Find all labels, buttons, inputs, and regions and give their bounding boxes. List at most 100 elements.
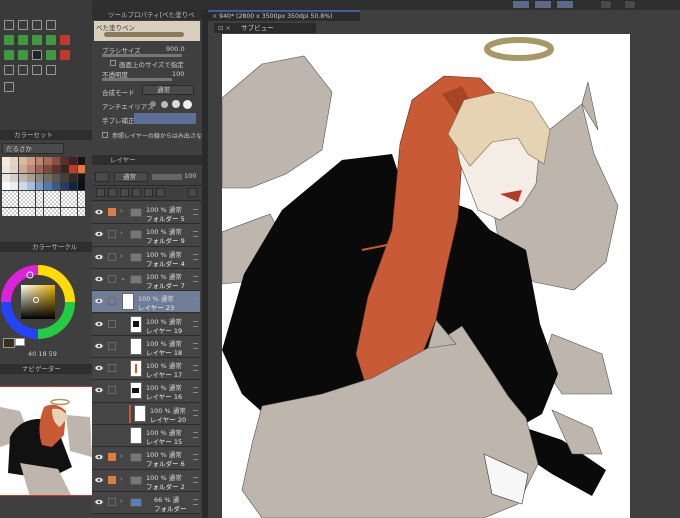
color-swatch[interactable] xyxy=(60,182,69,191)
color-swatch[interactable] xyxy=(35,173,44,182)
eye-icon[interactable] xyxy=(95,275,103,283)
lock-icon[interactable] xyxy=(108,475,116,484)
layer-row[interactable]: 100 % 通常 レイヤー 20 xyxy=(92,402,200,425)
empty-swatch[interactable] xyxy=(69,191,78,199)
color-swatch[interactable] xyxy=(35,165,44,174)
color-swatch[interactable] xyxy=(44,157,52,165)
gradient-tool-icon[interactable] xyxy=(46,50,56,60)
empty-swatch[interactable] xyxy=(18,207,27,216)
antialias-none-icon[interactable] xyxy=(150,101,156,107)
navigator-preview[interactable] xyxy=(0,386,92,496)
eye-icon[interactable] xyxy=(95,297,103,305)
color-swatch[interactable] xyxy=(35,157,44,165)
empty-swatch[interactable] xyxy=(52,199,61,208)
lock-icon[interactable] xyxy=(108,297,116,306)
color-swatch[interactable] xyxy=(44,173,52,182)
color-swatch[interactable] xyxy=(44,182,52,191)
eye-icon[interactable] xyxy=(95,342,103,350)
empty-swatch[interactable] xyxy=(44,191,52,199)
color-swatch[interactable] xyxy=(69,182,78,191)
chevron-down-icon[interactable]: ⌄ xyxy=(120,274,126,282)
color-swatch[interactable] xyxy=(2,157,10,165)
empty-swatch[interactable] xyxy=(35,191,44,199)
empty-swatch[interactable] xyxy=(52,207,61,216)
toolbar-button[interactable] xyxy=(624,0,636,9)
empty-swatch[interactable] xyxy=(69,207,78,216)
empty-swatch[interactable] xyxy=(18,199,27,208)
lock-button[interactable] xyxy=(156,188,165,197)
lock-icon[interactable] xyxy=(108,319,116,328)
layer-opacity-slider[interactable] xyxy=(152,174,182,180)
layer-row[interactable]: 100 % 通常 レイヤー 23 xyxy=(92,291,200,314)
ref-layer-checkbox[interactable] xyxy=(102,132,108,138)
layer-row[interactable]: ⌄ 100 % 通常 フォルダー 7 xyxy=(92,268,200,292)
color-swatch[interactable] xyxy=(27,173,36,182)
color-swatch[interactable] xyxy=(60,165,69,174)
chevron-right-icon[interactable]: › xyxy=(120,475,123,483)
lock-icon[interactable] xyxy=(108,208,116,216)
menu-icon[interactable] xyxy=(193,231,198,238)
color-swatch[interactable] xyxy=(77,173,86,182)
delete-layer-button[interactable] xyxy=(188,188,197,197)
color-swatch[interactable] xyxy=(10,157,19,165)
empty-swatch[interactable] xyxy=(60,199,69,208)
color-swatch[interactable] xyxy=(77,182,86,191)
empty-swatch[interactable] xyxy=(77,191,86,199)
empty-swatch[interactable] xyxy=(52,191,61,199)
pen-tool-icon[interactable] xyxy=(4,35,14,45)
chevron-right-icon[interactable]: › xyxy=(120,252,123,260)
canvas-size-checkbox[interactable] xyxy=(110,60,116,66)
menu-icon[interactable] xyxy=(193,498,198,505)
color-swatch[interactable] xyxy=(2,165,10,174)
empty-swatch[interactable] xyxy=(35,199,44,208)
layer-row[interactable]: › 100 % 通常 フォルダー 5 xyxy=(92,202,200,225)
empty-swatch[interactable] xyxy=(60,207,69,216)
deco-tool-icon[interactable] xyxy=(60,35,70,45)
toolbar-button[interactable] xyxy=(534,0,552,9)
color-swatch[interactable] xyxy=(69,165,78,174)
menu-icon[interactable] xyxy=(193,342,198,349)
color-swatch[interactable] xyxy=(10,182,19,191)
eye-icon[interactable] xyxy=(95,230,103,238)
layer-row[interactable]: 100 % 通常 レイヤー 19 xyxy=(92,313,200,336)
grid-icon[interactable] xyxy=(46,20,56,30)
empty-swatch[interactable] xyxy=(18,191,27,199)
color-swatch[interactable] xyxy=(60,173,69,182)
empty-swatch[interactable] xyxy=(44,199,52,208)
antialias-mid-icon[interactable] xyxy=(172,100,180,108)
menu-icon[interactable] xyxy=(193,387,198,394)
lock-icon[interactable] xyxy=(108,230,116,239)
mask-button[interactable] xyxy=(132,188,141,197)
empty-swatch[interactable] xyxy=(60,191,69,199)
menu-icon[interactable] xyxy=(193,209,198,215)
blend-mode-dropdown[interactable]: 通常 xyxy=(142,85,194,95)
color-swatch[interactable] xyxy=(60,157,69,165)
lock-icon[interactable] xyxy=(108,341,116,350)
layer-row[interactable]: › 100 % 通常 フォルダー 4 xyxy=(92,246,200,269)
color-swatch[interactable] xyxy=(77,165,86,174)
airbrush-tool-icon[interactable] xyxy=(46,35,56,45)
empty-swatch[interactable] xyxy=(69,199,78,208)
empty-swatch[interactable] xyxy=(10,207,19,216)
menu-icon[interactable] xyxy=(193,298,198,305)
color-swatch[interactable] xyxy=(69,157,78,165)
color-swatch[interactable] xyxy=(52,157,61,165)
layer-opacity-value[interactable]: 100 xyxy=(184,172,196,180)
new-layer-button[interactable] xyxy=(96,188,105,197)
eye-icon[interactable] xyxy=(95,364,103,372)
layer-row[interactable]: 100 % 通常 レイヤー 18 xyxy=(92,335,200,359)
sub-color-swatch[interactable] xyxy=(15,338,25,346)
toolbar-button[interactable] xyxy=(512,0,530,9)
empty-swatch[interactable] xyxy=(77,207,86,216)
menu-icon[interactable] xyxy=(193,253,198,260)
ruler-tool-icon[interactable] xyxy=(32,65,42,75)
eyedropper-icon[interactable] xyxy=(4,82,14,92)
brush-size-slider[interactable] xyxy=(102,54,182,57)
toolbar-button[interactable] xyxy=(600,0,612,9)
frame-tool-icon[interactable] xyxy=(46,65,56,75)
layer-row[interactable]: 100 % 通常 レイヤー 15 xyxy=(92,425,200,448)
antialias-selector[interactable] xyxy=(150,99,196,109)
close-subview-icon[interactable]: × xyxy=(226,24,231,32)
empty-swatch[interactable] xyxy=(35,207,44,216)
color-swatch[interactable] xyxy=(10,165,19,174)
